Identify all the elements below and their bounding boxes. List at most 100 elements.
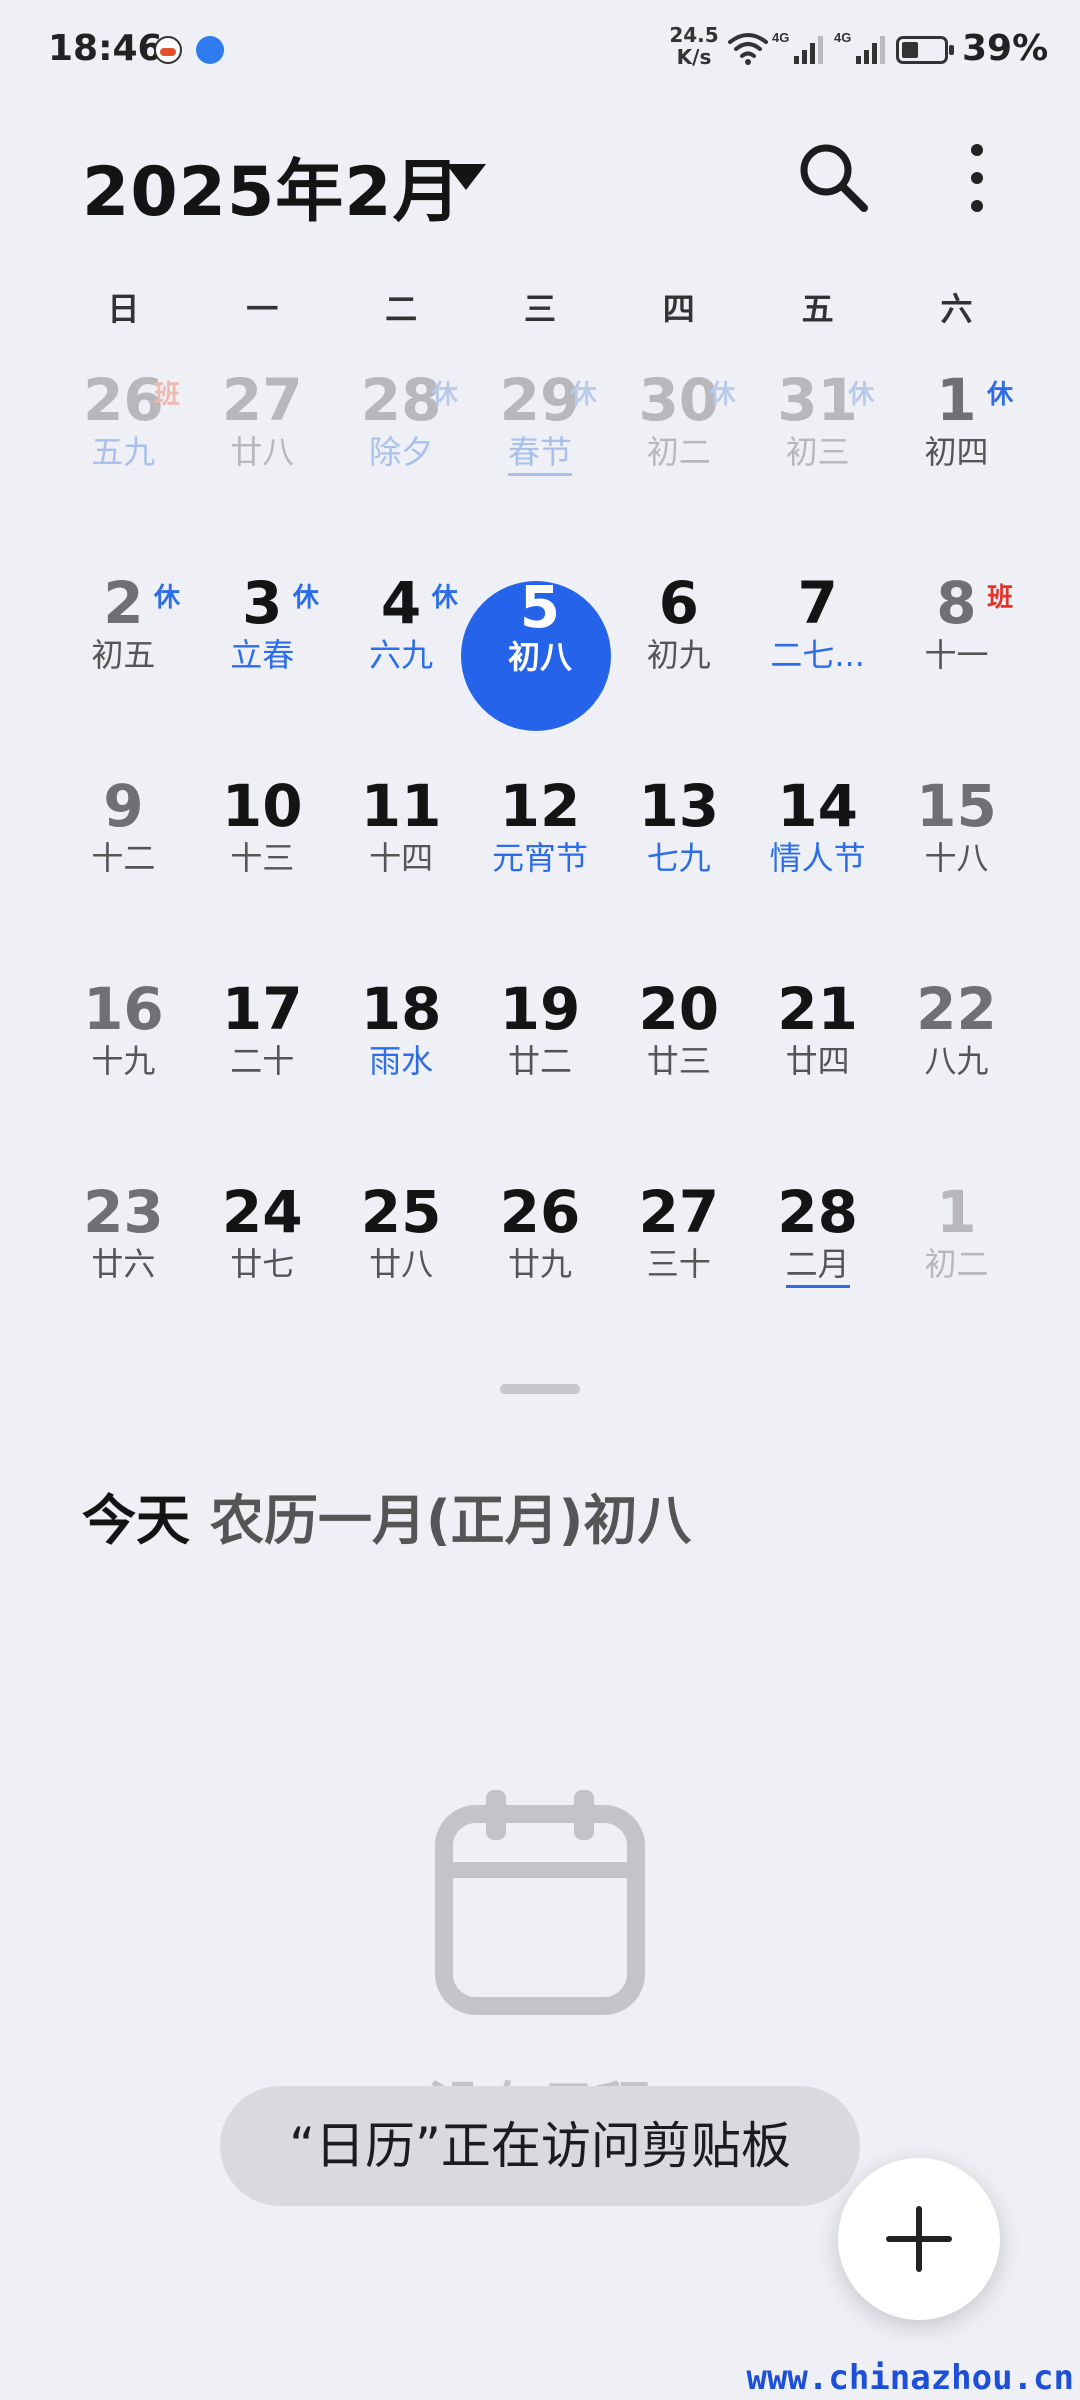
signal-label-1: 4G [772,30,789,45]
day-cell[interactable]: 20 廿三 [609,959,748,1162]
lunar-date: 初九 [609,635,748,675]
lunar-date: 十九 [54,1041,193,1081]
day-cell[interactable]: 7 二七... [748,553,887,756]
day-cell[interactable]: 17 二十 [193,959,332,1162]
workday-badge: 班 [154,380,181,410]
lunar-date-text: 十二 [91,839,156,877]
day-cell[interactable]: 11 十四 [332,756,471,959]
day-cell[interactable]: 31 初三休 [748,350,887,553]
day-cell[interactable]: 24 廿七 [193,1162,332,1365]
lunar-date-text: 十八 [924,839,989,877]
lunar-date-text: 元宵节 [491,839,588,877]
lunar-date: 二十 [193,1041,332,1081]
lunar-date: 初四 [887,432,1026,472]
lunar-date-text: 廿二 [507,1042,572,1080]
day-number: 9 [103,772,144,840]
battery-level-fill [902,42,918,58]
day-cell[interactable]: 4 六九休 [332,553,471,756]
add-event-button[interactable] [838,2158,1000,2320]
day-number: 12 [499,772,581,840]
more-vertical-icon[interactable] [954,136,1000,220]
holiday-badge: 休 [987,380,1014,410]
day-cell[interactable]: 15 十八 [887,756,1026,959]
lunar-date-text: 廿九 [507,1245,572,1283]
day-cell[interactable]: 10 十三 [193,756,332,959]
lunar-date-text: 廿七 [230,1245,295,1283]
day-number: 19 [499,975,581,1043]
day-cell[interactable]: 30 初二休 [609,350,748,553]
day-cell[interactable]: 12 元宵节 [471,756,610,959]
day-cell[interactable]: 28 除夕休 [332,350,471,553]
day-number: 20 [638,975,720,1043]
day-number: 27 [638,1178,720,1246]
day-cell[interactable]: 14 情人节 [748,756,887,959]
sheet-drag-handle[interactable] [500,1384,580,1394]
day-cell[interactable]: 1 初二 [887,1162,1026,1365]
day-cell[interactable]: 1 初四休 [887,350,1026,553]
day-cell[interactable]: 27 三十 [609,1162,748,1365]
lunar-date: 廿四 [748,1041,887,1081]
lunar-date-text: 初二 [924,1245,989,1283]
day-cell[interactable]: 9 十二 [54,756,193,959]
day-number: 24 [221,1178,303,1246]
month-dropdown-caret-icon[interactable] [446,164,486,190]
day-cell[interactable]: 3 立春休 [193,553,332,756]
lunar-date-text: 情人节 [769,839,866,877]
weekday-label: 四 [662,290,695,328]
lunar-date-text: 初九 [646,636,711,674]
search-icon[interactable] [792,136,876,220]
weekday-label: 一 [246,290,279,328]
calendar-icon [435,1790,645,2015]
day-cell[interactable]: 23 廿六 [54,1162,193,1365]
day-cell[interactable]: 27 廿八 [193,350,332,553]
battery-percent: 39% [962,28,1049,69]
lunar-date-text: 二十 [230,1042,295,1080]
calendar-week-row: 23 廿六 24 廿七 25 廿八 26 廿九 27 三十 28 二月 1 初二 [54,1162,1026,1365]
day-cell[interactable]: 26 廿九 [471,1162,610,1365]
weekday-label: 六 [940,290,973,328]
lunar-date: 七九 [609,838,748,878]
holiday-badge: 休 [848,380,875,410]
lunar-date: 廿三 [609,1041,748,1081]
lunar-date-text: 雨水 [369,1042,434,1080]
lunar-date-text: 十三 [230,839,295,877]
day-cell[interactable]: 16 十九 [54,959,193,1162]
day-cell[interactable]: 13 七九 [609,756,748,959]
lunar-date-text: 十四 [369,839,434,877]
cell-signal-icon-2: 4G [834,30,892,74]
day-cell[interactable]: 26 五九班 [54,350,193,553]
day-number: 7 [797,569,838,637]
day-cell[interactable]: 2 初五休 [54,553,193,756]
lunar-date: 初三 [748,432,887,472]
lunar-date-text: 廿八 [230,433,295,471]
day-cell[interactable]: 6 初九 [609,553,748,756]
day-cell[interactable]: 18 雨水 [332,959,471,1162]
lunar-date-text: 十一 [924,636,989,674]
lunar-date: 春节 [471,432,610,476]
day-cell[interactable]: 25 廿八 [332,1162,471,1365]
day-cell[interactable]: 21 廿四 [748,959,887,1162]
lunar-date: 廿二 [471,1041,610,1081]
day-cell[interactable]: 22 八九 [887,959,1026,1162]
lunar-date-text: 二月 [785,1245,850,1288]
lunar-date: 十一 [887,635,1026,675]
day-cell[interactable]: 19 廿二 [471,959,610,1162]
month-title[interactable]: 2025年2月 [82,136,462,235]
network-speed-unit: K/s [676,45,712,69]
lunar-date: 廿八 [332,1244,471,1284]
lunar-date: 二七... [748,635,887,675]
calendar-week-row: 2 初五休 3 立春休 4 六九休 5 初八 6 初九 7 二七... 8 十一班 [54,553,1026,756]
lunar-date: 廿八 [193,432,332,472]
weekday-label: 二 [385,290,418,328]
day-cell[interactable]: 28 二月 [748,1162,887,1365]
day-cell[interactable]: 8 十一班 [887,553,1026,756]
lunar-date: 初二 [887,1244,1026,1284]
holiday-badge: 休 [154,583,181,613]
day-number: 13 [638,772,720,840]
day-cell[interactable]: 29 春节休 [471,350,610,553]
today-lunar-date: 农历一月(正月)初八 [210,1489,692,1552]
lunar-date-text: 初四 [924,433,989,471]
day-cell-today[interactable]: 5 初八 [460,553,611,756]
lunar-date: 十八 [887,838,1026,878]
day-number: 14 [777,772,858,840]
